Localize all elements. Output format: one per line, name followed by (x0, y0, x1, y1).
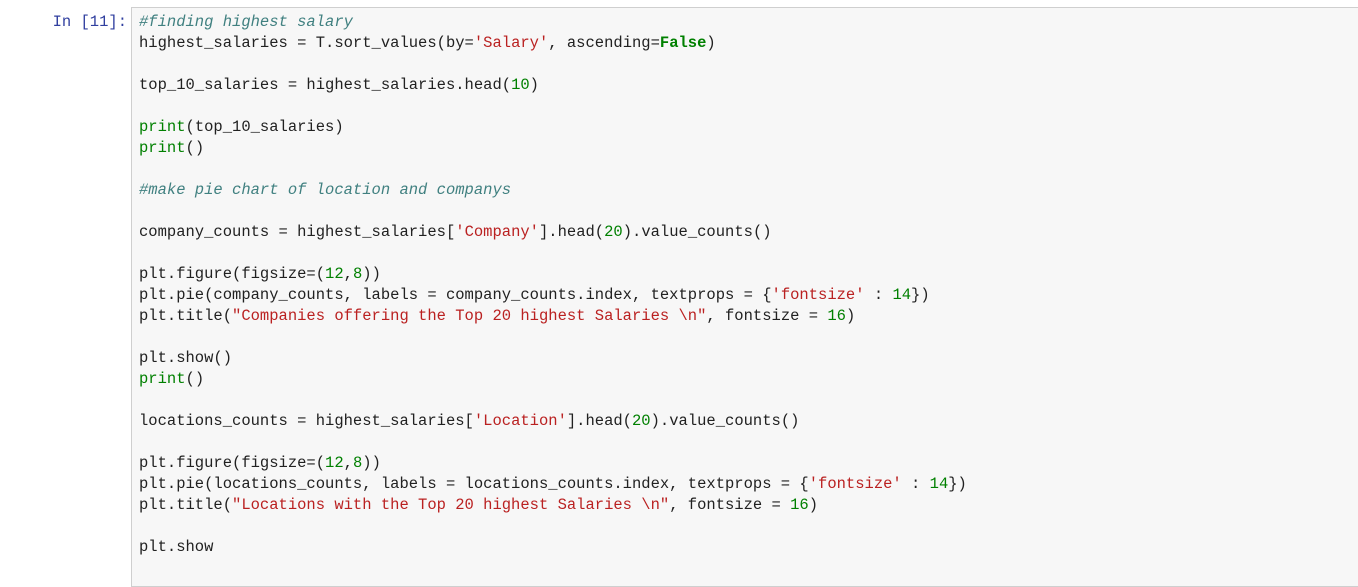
code-line: highest_salaries = T.sort_values(by='Sal… (139, 33, 967, 54)
code-text: ) (706, 34, 716, 52)
code-text: ) (808, 496, 819, 514)
code-line: company_counts = highest_salaries['Compa… (139, 222, 967, 243)
code-string: 'Salary' (473, 34, 549, 52)
code-text: company_counts = highest_salaries[ (139, 223, 456, 241)
code-line: print(top_10_salaries) (139, 117, 967, 138)
code-line: plt.show (139, 537, 967, 558)
code-text: () (185, 370, 205, 388)
code-line: plt.pie(company_counts, labels = company… (139, 285, 967, 306)
code-comment: #make pie chart of location and companys (139, 181, 512, 199)
code-text: , (343, 454, 353, 472)
code-text: ).value_counts() (650, 412, 800, 430)
code-string: 'fontsize' (808, 475, 902, 493)
code-text: plt.pie(company_counts, labels = company… (139, 286, 772, 304)
code-text: highest_salaries = T.sort_values(by= (139, 34, 474, 52)
code-text: plt.pie(locations_counts, labels = locat… (139, 475, 809, 493)
code-text: : (864, 286, 893, 304)
code-line: #make pie chart of location and companys (139, 180, 967, 201)
code-builtin: print (139, 118, 186, 136)
code-number: 14 (892, 286, 912, 304)
code-string: 'fontsize' (771, 286, 865, 304)
code-string: "Locations with the Top 20 highest Salar… (232, 496, 670, 514)
code-line: locations_counts = highest_salaries['Loc… (139, 411, 967, 432)
code-text: plt.show() (139, 349, 233, 367)
code-number: 12 (325, 265, 344, 283)
code-text: )) (362, 454, 381, 472)
code-editor[interactable]: #finding highest salary highest_salaries … (139, 12, 967, 558)
code-text: plt.figure(figsize=( (139, 265, 326, 283)
code-number: 10 (511, 76, 530, 94)
code-line: plt.title("Locations with the Top 20 hig… (139, 495, 967, 516)
code-text: ].head( (538, 223, 605, 241)
code-line: plt.show() (139, 348, 967, 369)
code-line: top_10_salaries = highest_salaries.head(… (139, 75, 967, 96)
code-text: plt.title( (139, 307, 233, 325)
code-text: locations_counts = highest_salaries[ (139, 412, 474, 430)
code-number: 20 (632, 412, 651, 430)
code-text: }) (911, 286, 930, 304)
code-text: top_10_salaries = highest_salaries.head( (139, 76, 512, 94)
code-line: #finding highest salary (139, 12, 967, 33)
code-line: print() (139, 369, 967, 390)
code-text: ) (845, 307, 856, 325)
code-string: 'Company' (455, 223, 539, 241)
code-text: }) (948, 475, 967, 493)
cell-prompt: In [11]: (52, 13, 127, 31)
code-number: 16 (827, 307, 846, 325)
code-text: )) (362, 265, 381, 283)
code-text: : (901, 475, 930, 493)
code-number: 12 (325, 454, 344, 472)
code-string: 'Location' (473, 412, 567, 430)
code-text: , fontsize = (669, 496, 791, 514)
code-text: , ascending= (548, 34, 660, 52)
code-line: plt.pie(locations_counts, labels = locat… (139, 474, 967, 495)
code-line: plt.title("Companies offering the Top 20… (139, 306, 967, 327)
code-text: plt.title( (139, 496, 233, 514)
code-comment: #finding highest salary (139, 13, 353, 31)
code-number: 8 (352, 265, 363, 283)
code-text: ].head( (566, 412, 632, 430)
code-keyword: False (659, 34, 707, 52)
code-builtin: print (139, 370, 186, 388)
code-text: plt.show (139, 538, 214, 556)
code-text: , fontsize = (706, 307, 828, 325)
code-number: 20 (604, 223, 623, 241)
code-line: print() (139, 138, 967, 159)
code-number: 8 (352, 454, 363, 472)
code-text: (top_10_salaries) (185, 118, 344, 136)
code-text: () (185, 139, 205, 157)
code-text: plt.figure(figsize=( (139, 454, 326, 472)
code-number: 14 (929, 475, 949, 493)
code-builtin: print (139, 139, 186, 157)
code-string: "Companies offering the Top 20 highest S… (232, 307, 707, 325)
code-line: plt.figure(figsize=(12,8)) (139, 264, 967, 285)
code-text: ) (529, 76, 539, 94)
code-line: plt.figure(figsize=(12,8)) (139, 453, 967, 474)
code-number: 16 (790, 496, 809, 514)
code-text: , (343, 265, 353, 283)
code-text: ).value_counts() (622, 223, 772, 241)
